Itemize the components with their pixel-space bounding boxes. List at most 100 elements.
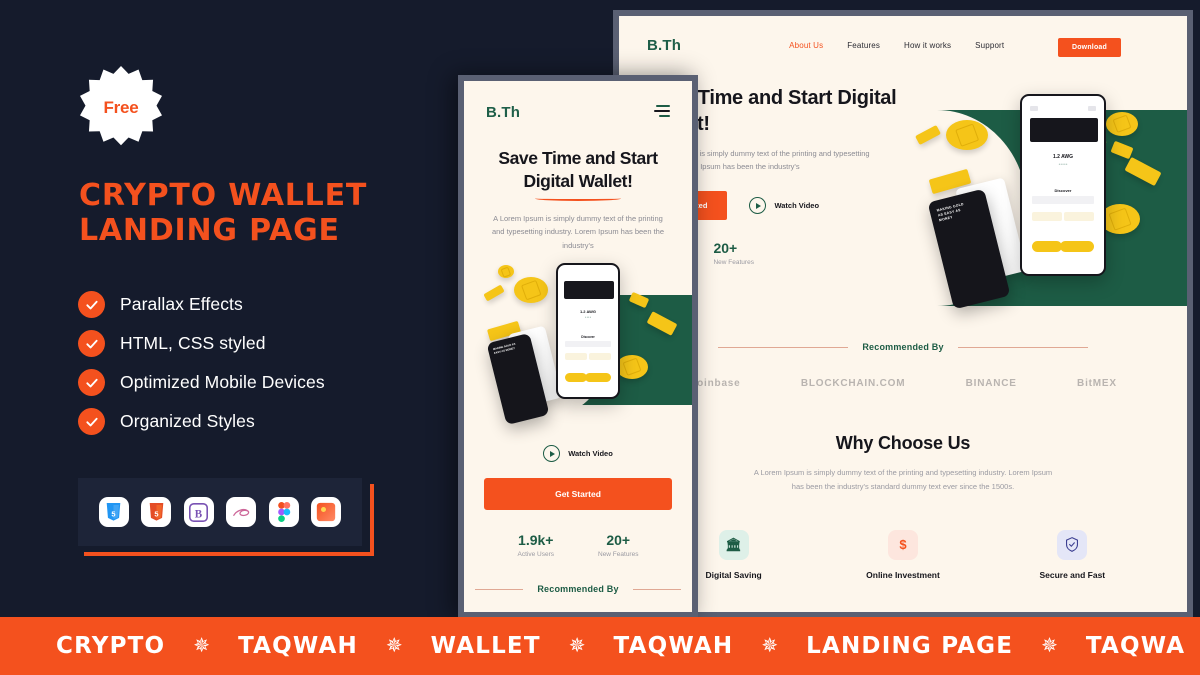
marquee-word: TAQWAH: [613, 633, 734, 659]
divider-line: [718, 346, 849, 348]
gold-coin: [514, 277, 548, 303]
section-subtitle: A Lorem Ipsum is simply dummy text of th…: [753, 468, 1053, 491]
brand-bitmex: BitMEX: [1077, 378, 1117, 389]
hero-title-rest: Wallet!: [574, 170, 633, 191]
watch-video-label: Watch Video: [774, 201, 820, 211]
gold-coin: [616, 355, 648, 379]
bootstrap-icon: B: [183, 497, 214, 527]
check-icon: [78, 330, 105, 357]
gold-bar: [1110, 140, 1134, 160]
main-nav: About Us Features How it works Support: [789, 41, 1004, 50]
divider-line: [632, 588, 681, 590]
bottom-marquee-banner: CRYPTO ✵ TAQWAH ✵ WALLET ✵ TAQWAH ✵ LAND…: [0, 617, 1200, 675]
watch-video-button[interactable]: Watch Video: [464, 445, 692, 463]
feature-card-row: 🏛 Digital Saving $ Online Investment Sec…: [619, 529, 1187, 580]
play-icon: [543, 445, 561, 463]
why-choose-us-section: Why Choose Us A Lorem Ipsum is simply du…: [619, 433, 1187, 580]
gold-coin: [1100, 204, 1140, 234]
free-badge: Free: [80, 66, 162, 152]
shield-icon: [1057, 529, 1088, 560]
mobile-hero-subtitle: A Lorem Ipsum is simply dummy text of th…: [491, 213, 665, 251]
site-logo: B.Th: [486, 103, 521, 121]
gold-coin: [946, 120, 988, 150]
section-title: Why Choose Us: [835, 433, 971, 453]
nav-item-support[interactable]: Support: [975, 41, 1004, 50]
css3-icon: 5: [98, 497, 129, 527]
bank-icon: 🏛: [718, 529, 749, 560]
site-logo: B.Th: [647, 36, 682, 54]
promo-panel: Free CRYPTO WALLET LANDING PAGE Parallax…: [0, 0, 460, 615]
promo-title-line-1: CRYPTO WALLET: [79, 178, 368, 213]
card-title: Online Investment: [866, 569, 940, 580]
brand-blockchain: BLOCKCHAIN.COM: [800, 378, 906, 389]
star-icon: ✵: [193, 635, 211, 657]
recommended-separator: Recommended By: [464, 584, 692, 594]
gold-bar: [1124, 156, 1162, 187]
brand-logo-row: Coinbase BLOCKCHAIN.COM BINANCE BitMEX: [619, 378, 1187, 389]
stat-value: 20+: [606, 532, 631, 549]
hamburger-icon[interactable]: [654, 104, 670, 120]
gold-bar: [915, 124, 941, 146]
phone-coins-illustration: 1.2 AWG • • • • Discover MAKING GOLD AS …: [470, 259, 692, 437]
phone-coins-illustration: 1.2 AWG • • • • • Discover MAKING GOLD A…: [904, 82, 1187, 332]
star-icon: ✵: [385, 635, 403, 657]
list-item: Optimized Mobile Devices: [78, 363, 448, 402]
mobile-header: B.Th: [464, 81, 692, 143]
list-item: HTML, CSS styled: [78, 324, 448, 363]
brand-binance: BINANCE: [965, 378, 1017, 389]
feature-label: Parallax Effects: [120, 294, 243, 314]
divider-line: [957, 346, 1088, 348]
marquee-word: TAQWAH: [238, 633, 358, 659]
desktop-mockup-screen: B.Th About Us Features How it works Supp…: [619, 16, 1187, 612]
stat-value: 1.9k+: [518, 532, 554, 549]
free-badge-label: Free: [103, 98, 139, 117]
marquee-word: LANDING PAGE: [806, 633, 1014, 659]
card-online-investment[interactable]: $ Online Investment: [843, 529, 963, 580]
divider-line: [475, 588, 524, 590]
star-icon: ✵: [761, 635, 779, 657]
figma-icon: [268, 497, 299, 527]
title-underline-swoosh: [535, 196, 621, 201]
page-title: CRYPTO WALLET LANDING PAGE: [79, 178, 439, 249]
stat-value: 20+: [713, 240, 738, 257]
marquee-word: WALLET: [430, 633, 541, 659]
watch-video-label: Watch Video: [568, 449, 613, 459]
desktop-mockup-frame: B.Th About Us Features How it works Supp…: [613, 10, 1193, 618]
svg-text:B: B: [195, 508, 203, 520]
play-icon: [749, 197, 767, 215]
feature-label: Optimized Mobile Devices: [120, 372, 325, 392]
recommended-title: Recommended By: [537, 584, 619, 595]
mobile-hero-title: Save Time and Start Digital Wallet!: [464, 147, 692, 193]
nav-item-about-us[interactable]: About Us: [789, 41, 823, 50]
get-started-button[interactable]: Get Started: [484, 478, 672, 511]
stat-active-users: 1.9k+ Active Users: [518, 532, 554, 558]
mobile-stats: 1.9k+ Active Users 20+ New Features: [464, 532, 692, 558]
stat-label: New Features: [598, 551, 639, 559]
gold-bar: [483, 284, 505, 302]
promo-title-line-2: LANDING PAGE: [79, 213, 340, 249]
marquee-word: TAQWA: [1085, 633, 1186, 659]
nav-item-features[interactable]: Features: [847, 41, 880, 50]
tech-stack-strip: 5 5 B: [78, 478, 374, 556]
nav-item-how-it-works[interactable]: How it works: [904, 41, 951, 50]
marquee-content: CRYPTO ✵ TAQWAH ✵ WALLET ✵ TAQWAH ✵ LAND…: [0, 633, 1200, 659]
download-button[interactable]: Download: [1057, 38, 1121, 57]
svg-text:5: 5: [111, 509, 115, 518]
desktop-header: B.Th About Us Features How it works Supp…: [619, 16, 1187, 74]
gold-coin: [498, 265, 514, 278]
mobile-mockup-frame: B.Th Save Time and Start Digital Wallet!…: [458, 75, 698, 618]
adobe-xd-icon: [311, 497, 342, 527]
check-icon: [78, 291, 105, 318]
stat-label: New Features: [713, 259, 754, 267]
watch-video-button[interactable]: Watch Video: [749, 197, 820, 215]
card-title: Secure and Fast: [1039, 569, 1106, 580]
card-secure-and-fast[interactable]: Secure and Fast: [1012, 529, 1132, 580]
stat-label: Active Users: [517, 551, 554, 559]
star-icon: ✵: [568, 635, 586, 657]
mobile-mockup-screen: B.Th Save Time and Start Digital Wallet!…: [464, 81, 692, 612]
sass-icon: [226, 497, 257, 527]
html5-icon: 5: [141, 497, 172, 527]
hero-title-line-1: Save Time and Start: [498, 148, 658, 168]
marquee-word: CRYPTO: [56, 633, 166, 659]
feature-label: Organized Styles: [120, 411, 255, 431]
